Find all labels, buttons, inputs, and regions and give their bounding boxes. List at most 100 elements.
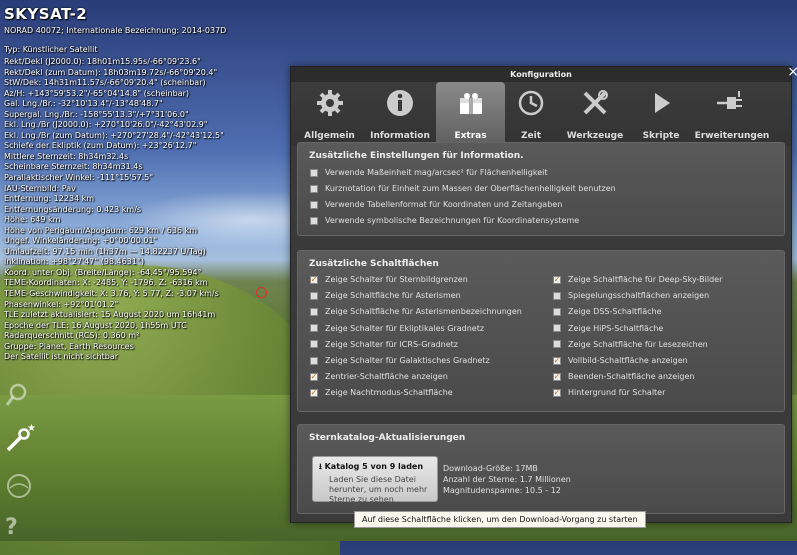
info-line: TEME-Geschwindigkeit: X: 3.76, Y: 5.77, …: [4, 289, 219, 299]
info-line: Rekt/Dekl (J2000.0): 18h01m15.95s/-66°09…: [4, 57, 201, 66]
tab-allgemein[interactable]: Allgemein: [295, 82, 364, 146]
info-line: Inklination: +98°27'47" (98.4631°): [4, 257, 145, 267]
option-checkbox-row[interactable]: ✓ Hintergrund für Schalter: [553, 388, 665, 397]
option-checkbox-row[interactable]: ✓ Vollbild-Schaltfläche anzeigen: [553, 356, 688, 365]
checkbox-unchecked[interactable]: [310, 307, 318, 316]
checkbox-checked[interactable]: ✓: [553, 388, 561, 397]
checkbox-unchecked[interactable]: [553, 291, 561, 300]
checkbox-unchecked[interactable]: [553, 340, 561, 349]
info-settings-group: Zusätzliche Einstellungen für Informatio…: [297, 142, 785, 236]
info-line: StW/Dek: 14h31m11.57s/-66°09'20.4" (sche…: [4, 78, 206, 88]
option-checkbox-row[interactable]: Verwende Tabellenformat für Koordinaten …: [310, 200, 562, 209]
info-line: Schiefe der Ekliptik (zum Datum): +23°26…: [4, 141, 197, 151]
option-label: Zeige Schalter für Sternbildgrenzen: [325, 275, 468, 284]
tab-zeit[interactable]: Zeit: [505, 82, 557, 146]
option-label: Vollbild-Schaltfläche anzeigen: [568, 356, 688, 365]
dialog-title: Konfiguration: [291, 67, 791, 82]
option-label: Zeige Schaltfläche für Asterismenbezeich…: [325, 307, 522, 317]
info-line: Radarquerschnitt (RCS): 0.360 m²: [4, 331, 140, 341]
option-checkbox-row[interactable]: ✓ Zeige Nachtmodus-Schaltfläche: [310, 388, 453, 397]
configuration-dialog: Konfiguration × Allgemein Information Ex…: [290, 64, 797, 523]
option-label: Zentrier-Schaltfläche anzeigen: [325, 372, 448, 382]
gear-icon: [295, 86, 364, 120]
info-line: Epoche der TLE: 16 August 2020, 1h55m UT…: [4, 320, 187, 330]
option-checkbox-row[interactable]: ✓ Zeige Schalter für Sternbildgrenzen: [310, 275, 468, 284]
tab-label: Extras: [454, 131, 487, 141]
checkbox-unchecked[interactable]: [310, 184, 318, 193]
checkbox-unchecked[interactable]: [310, 168, 318, 177]
tools-icon: [557, 86, 633, 120]
checkbox-unchecked[interactable]: [553, 324, 561, 333]
info-line: Ekl. Lng./Br (zum Datum): +270°27'28.4"/…: [4, 130, 224, 140]
download-catalog-button[interactable]: ⭳ Katalog 5 von 9 laden Laden Sie diese …: [312, 456, 438, 504]
target-marker-icon[interactable]: [256, 287, 267, 298]
search-icon[interactable]: [5, 383, 29, 412]
download-button-desc-2: herunter, um noch mehr: [329, 485, 428, 494]
config-wrench-icon[interactable]: ★: [5, 423, 36, 458]
tab-label: Werkzeuge: [566, 131, 624, 141]
sky-view-icon[interactable]: [5, 472, 33, 505]
option-checkbox-row[interactable]: ✓ Beenden-Schaltfläche anzeigen: [553, 372, 694, 381]
option-label: Zeige Schalter für ICRS-Gradnetz: [325, 339, 459, 349]
checkbox-unchecked[interactable]: [310, 356, 318, 365]
checkbox-checked[interactable]: ✓: [553, 275, 561, 284]
svg-text:★: ★: [27, 423, 35, 434]
option-checkbox-row[interactable]: Zeige Schalter für Galaktisches Gradnetz: [310, 356, 490, 365]
magnitude-range: Magnitudenspanne: 10.5 - 12: [443, 486, 561, 495]
info-line: Ungef. Winkeländerung: +0°00'00.01": [4, 236, 158, 246]
option-checkbox-row[interactable]: Zeige HiPS-Schaltfläche: [553, 324, 663, 333]
tab-label: Erweiterungen: [694, 131, 770, 141]
info-line: Gal. Lng./Br.: -32°10'13.4"/-13°48'48.7": [4, 99, 163, 109]
tab-werkzeuge[interactable]: Werkzeuge: [557, 82, 633, 146]
info-line: TLE zuletzt aktualisiert: 15 August 2020…: [4, 310, 216, 320]
object-designation: NORAD 40072; Internationale Bezeichnung:…: [4, 26, 227, 35]
checkbox-unchecked[interactable]: [310, 340, 318, 349]
checkbox-checked[interactable]: ✓: [310, 275, 318, 284]
option-label: Verwende symbolische Bezeichnungen für K…: [325, 216, 580, 225]
close-icon[interactable]: ×: [787, 64, 797, 80]
plugin-icon: [689, 86, 775, 120]
checkbox-unchecked[interactable]: [310, 291, 318, 300]
tab-information[interactable]: Information: [364, 82, 436, 146]
info-line: Phasenwinkel: +92°01'01.2": [4, 299, 119, 309]
checkbox-unchecked[interactable]: [310, 216, 318, 225]
checkbox-unchecked[interactable]: [310, 324, 318, 333]
tab-extras[interactable]: Extras: [436, 82, 505, 146]
checkbox-checked[interactable]: ✓: [310, 388, 318, 397]
option-checkbox-row[interactable]: Zeige Schaltfläche für Asterismenbezeich…: [310, 307, 522, 316]
download-stats: Download-Größe: 17MB Anzahl der Sterne: …: [443, 463, 571, 496]
tab-erweiterungen[interactable]: Erweiterungen: [689, 82, 775, 146]
star-catalog-group: Sternkatalog-Aktualisierungen ⭳ Katalog …: [297, 424, 785, 514]
checkbox-unchecked[interactable]: [310, 200, 318, 209]
option-checkbox-row[interactable]: Zeige Schaltfläche für Lesezeichen: [553, 340, 708, 349]
checkbox-checked[interactable]: ✓: [553, 356, 561, 365]
tab-label: Zeit: [520, 131, 542, 141]
info-line: Ekl. Lng./Br (J2000.0): +270°10'26.0"/-4…: [4, 120, 208, 130]
help-icon[interactable]: ?: [5, 515, 18, 540]
option-checkbox-row[interactable]: Zeige DSS-Schaltfläche: [553, 307, 662, 316]
option-checkbox-row[interactable]: Zeige Schalter für ICRS-Gradnetz: [310, 340, 458, 349]
option-checkbox-row[interactable]: Spiegelungsschaltflächen anzeigen: [553, 291, 709, 300]
info-line: Az/H: +143°59'53.2"/-65°04'14.8" (schein…: [4, 88, 190, 98]
option-checkbox-row[interactable]: Verwende symbolische Bezeichnungen für K…: [310, 216, 579, 225]
info-icon: [364, 86, 436, 120]
checkbox-checked[interactable]: ✓: [310, 372, 318, 381]
option-label: Spiegelungsschaltflächen anzeigen: [568, 291, 710, 301]
option-label: Verwende Maßeinheit mag/arcsec² für Fläc…: [325, 168, 548, 177]
option-checkbox-row[interactable]: ✓ Zeige Schaltfläche für Deep-Sky-Bilder: [553, 275, 722, 284]
info-line: Entfernung: 12234 km: [4, 194, 95, 204]
download-tooltip: Auf diese Schaltfläche klicken, um den D…: [354, 511, 646, 528]
info-line: Koord. unter Obj. (Breite/Länge): -64.45…: [4, 267, 202, 277]
checkbox-checked[interactable]: ✓: [553, 372, 561, 381]
object-name: SKYSAT-2: [4, 5, 88, 23]
tab-skripte[interactable]: Skripte: [633, 82, 689, 146]
option-checkbox-row[interactable]: Zeige Schalter für Ekliptikales Gradnetz: [310, 324, 484, 333]
option-checkbox-row[interactable]: Zeige Schaltfläche für Asterismen: [310, 291, 461, 300]
option-checkbox-row[interactable]: ✓ Zentrier-Schaltfläche anzeigen: [310, 372, 448, 381]
extra-buttons-group: Zusätzliche Schaltflächen ✓ Zeige Schalte…: [297, 250, 785, 412]
option-checkbox-row[interactable]: Kurznotation für Einheit zum Massen der …: [310, 184, 616, 193]
download-button-desc-1: Laden Sie diese Datei: [329, 475, 416, 484]
option-label: Zeige HiPS-Schaltfläche: [568, 323, 664, 333]
checkbox-unchecked[interactable]: [553, 307, 561, 316]
option-checkbox-row[interactable]: Verwende Maßeinheit mag/arcsec² für Fläc…: [310, 168, 548, 177]
